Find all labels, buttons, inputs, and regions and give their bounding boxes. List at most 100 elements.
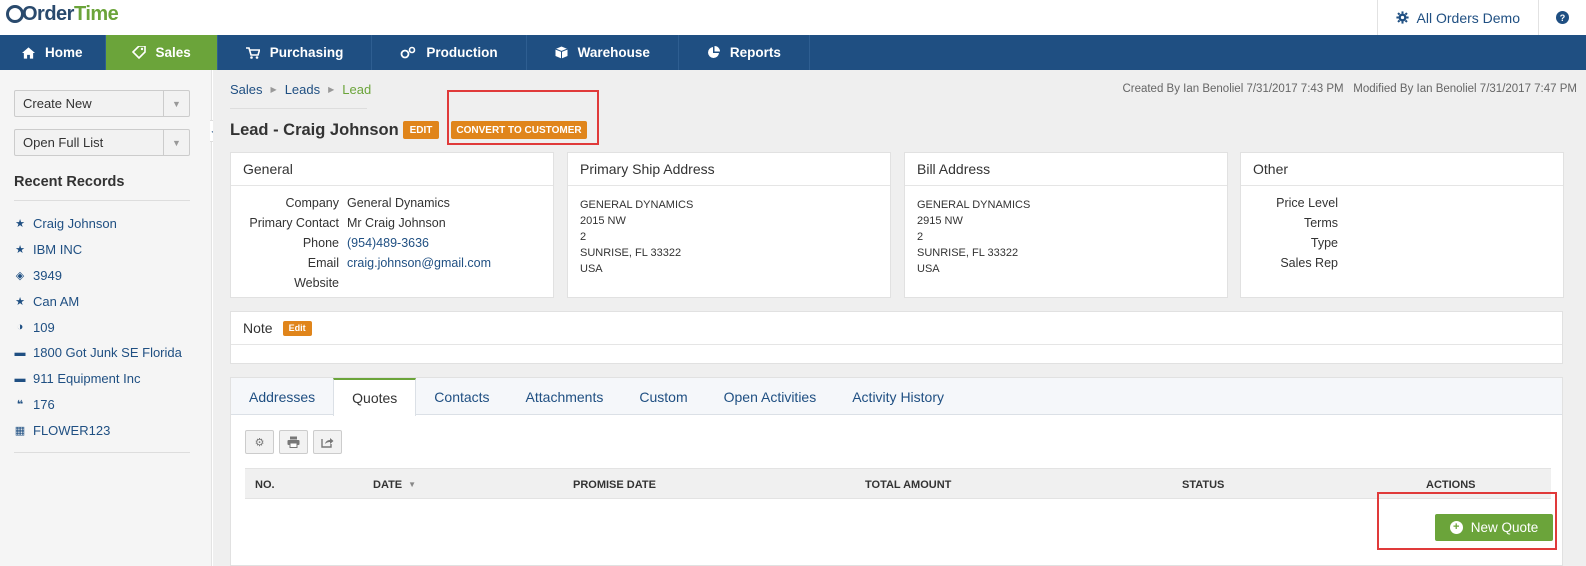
export-button[interactable] bbox=[313, 430, 342, 454]
settings-button[interactable]: ⚙ bbox=[245, 430, 274, 454]
highlight-box bbox=[1377, 492, 1557, 550]
breadcrumb: Sales ▶ Leads ▶ Lead bbox=[230, 82, 371, 97]
tab-addresses[interactable]: Addresses bbox=[231, 378, 333, 415]
ordertime-logo[interactable]: OrderTime bbox=[6, 3, 119, 26]
nav-reports[interactable]: Reports bbox=[679, 35, 810, 70]
tab-attachments[interactable]: Attachments bbox=[508, 378, 622, 415]
company-value: General Dynamics bbox=[347, 196, 450, 210]
archive-icon: ▬ bbox=[14, 372, 26, 385]
note-edit-button[interactable]: Edit bbox=[282, 320, 312, 336]
gears-icon bbox=[400, 46, 416, 59]
recent-item-3949[interactable]: ◈ 3949 bbox=[14, 263, 194, 289]
print-button[interactable] bbox=[279, 430, 308, 454]
account-label: All Orders Demo bbox=[1416, 9, 1520, 26]
address-line: 2015 NW bbox=[580, 215, 626, 227]
highlight-box bbox=[447, 90, 599, 145]
phone-link[interactable]: (954)489-3636 bbox=[347, 236, 429, 250]
help-button[interactable]: ? bbox=[1538, 0, 1586, 35]
column-date[interactable]: DATE ▼ bbox=[373, 469, 416, 500]
address-line: GENERAL DYNAMICS bbox=[580, 199, 694, 211]
tag-icon bbox=[131, 46, 146, 59]
gear-icon: ⚙ bbox=[254, 436, 265, 449]
address-line: USA bbox=[917, 263, 940, 275]
tab-custom[interactable]: Custom bbox=[621, 378, 705, 415]
column-label: PROMISE DATE bbox=[573, 478, 656, 491]
star-icon: ★ bbox=[15, 218, 25, 231]
recent-item-label: FLOWER123 bbox=[33, 422, 111, 438]
website-label: Website bbox=[294, 276, 339, 290]
column-status[interactable]: STATUS bbox=[1182, 469, 1224, 500]
nav-home-label: Home bbox=[45, 45, 83, 60]
recent-item-label: IBM INC bbox=[33, 242, 83, 258]
open-full-list-dropdown[interactable]: Open Full List ▼ bbox=[14, 129, 190, 156]
tab-open-activities[interactable]: Open Activities bbox=[706, 378, 835, 415]
nav-sales[interactable]: Sales bbox=[105, 35, 218, 70]
nav-purchasing-label: Purchasing bbox=[269, 45, 344, 60]
box-icon bbox=[554, 46, 568, 59]
share-icon bbox=[321, 438, 334, 448]
grid-toolbar: ⚙ bbox=[245, 430, 342, 454]
recent-item-craig-johnson[interactable]: ★ Craig Johnson bbox=[14, 211, 194, 237]
tag-icon: ◈ bbox=[15, 269, 25, 282]
recent-records-list: ★ Craig Johnson ★ IBM INC ◈ 3949 ★ Can AM ◑ 1… bbox=[14, 211, 194, 443]
chevron-down-icon[interactable]: ▼ bbox=[163, 130, 189, 155]
gear-icon bbox=[1395, 11, 1409, 24]
tab-contacts[interactable]: Contacts bbox=[416, 378, 507, 415]
nav-home[interactable]: Home bbox=[0, 35, 106, 70]
other-card: Other Price Level Terms Type Sales Rep bbox=[1240, 152, 1564, 298]
recent-item-label: 109 bbox=[33, 319, 55, 335]
column-no[interactable]: NO. bbox=[255, 469, 275, 500]
recent-item-can-am[interactable]: ★ Can AM bbox=[14, 288, 194, 314]
terms-label: Terms bbox=[1303, 216, 1338, 230]
edit-button[interactable]: EDIT bbox=[403, 121, 439, 139]
column-label: STATUS bbox=[1182, 478, 1225, 491]
open-full-list-label: Open Full List bbox=[23, 135, 104, 150]
email-link[interactable]: craig.johnson@gmail.com bbox=[347, 256, 491, 270]
print-icon bbox=[287, 436, 300, 448]
breadcrumb-sales[interactable]: Sales bbox=[230, 82, 263, 97]
type-label: Type bbox=[1310, 236, 1338, 250]
column-promise-date[interactable]: PROMISE DATE bbox=[573, 469, 656, 500]
recent-item-911-equipment[interactable]: ▬ 911 Equipment Inc bbox=[14, 366, 194, 392]
half-circle-icon: ◑ bbox=[16, 321, 24, 334]
recent-item-176[interactable]: ❝ 176 bbox=[14, 392, 194, 418]
account-menu[interactable]: All Orders Demo bbox=[1376, 0, 1538, 35]
recent-item-label: 1800 Got Junk SE Florida bbox=[33, 345, 182, 361]
recent-item-label: 911 Equipment Inc bbox=[33, 371, 141, 387]
address-line: 2 bbox=[917, 231, 924, 243]
other-card-title: Other bbox=[1241, 153, 1563, 186]
create-new-dropdown[interactable]: Create New ▼ bbox=[14, 90, 190, 117]
main-content: Sales ▶ Leads ▶ Lead Created By Ian Beno… bbox=[213, 70, 1586, 566]
bill-address-card: Bill Address GENERAL DYNAMICS 2915 NW 2 … bbox=[904, 152, 1228, 298]
primary-contact-value: Mr Craig Johnson bbox=[347, 216, 446, 230]
price-level-label: Price Level bbox=[1276, 196, 1338, 210]
top-bar: OrderTime All Orders Demo ? bbox=[0, 0, 1586, 35]
grid-icon: ▦ bbox=[14, 424, 26, 437]
cart-icon bbox=[245, 46, 260, 59]
bill-address-block: GENERAL DYNAMICS 2915 NW 2 SUNRISE, FL 3… bbox=[905, 186, 1227, 277]
column-label: TOTAL AMOUNT bbox=[865, 478, 952, 491]
nav-warehouse[interactable]: Warehouse bbox=[527, 35, 679, 70]
recent-item-flower123[interactable]: ▦ FLOWER123 bbox=[14, 417, 194, 443]
ship-address-title: Primary Ship Address bbox=[568, 153, 890, 186]
recent-item-109[interactable]: ◑ 109 bbox=[14, 314, 194, 340]
primary-contact-label: Primary Contact bbox=[249, 216, 339, 230]
column-total-amount[interactable]: TOTAL AMOUNT bbox=[865, 469, 951, 500]
logo-text-order: Order bbox=[22, 3, 74, 25]
nav-reports-label: Reports bbox=[729, 45, 781, 60]
nav-production[interactable]: Production bbox=[372, 35, 527, 70]
recent-item-ibm-inc[interactable]: ★ IBM INC bbox=[14, 237, 194, 263]
primary-ship-address-card: Primary Ship Address GENERAL DYNAMICS 20… bbox=[567, 152, 891, 298]
recent-item-1800-got-junk[interactable]: ▬ 1800 Got Junk SE Florida bbox=[14, 340, 194, 366]
tab-activity-history[interactable]: Activity History bbox=[834, 378, 962, 415]
general-card-title: General bbox=[231, 153, 553, 186]
tab-quotes[interactable]: Quotes bbox=[333, 378, 417, 416]
address-line: GENERAL DYNAMICS bbox=[917, 199, 1031, 211]
chevron-down-icon[interactable]: ▼ bbox=[163, 91, 189, 116]
breadcrumb-leads[interactable]: Leads bbox=[285, 82, 320, 97]
home-icon bbox=[22, 46, 35, 59]
address-line: 2 bbox=[580, 231, 587, 243]
nav-purchasing[interactable]: Purchasing bbox=[218, 35, 373, 70]
address-line: SUNRISE, FL 33322 bbox=[917, 247, 1019, 259]
column-label: DATE bbox=[373, 478, 403, 491]
